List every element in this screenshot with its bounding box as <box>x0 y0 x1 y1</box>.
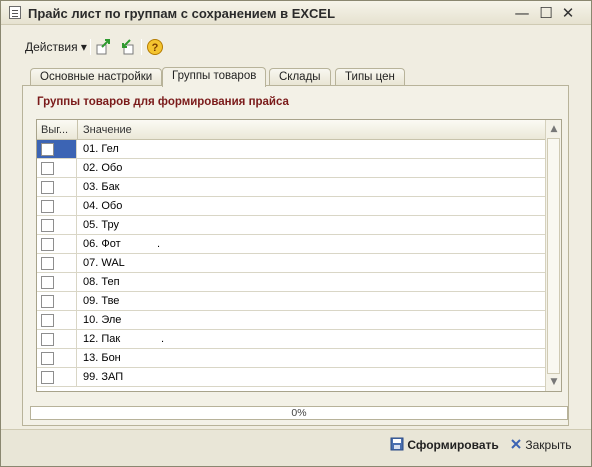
export-checkbox-cell[interactable] <box>37 216 77 234</box>
export-checkbox-cell[interactable] <box>37 292 77 310</box>
save-icon <box>390 437 404 451</box>
toolbar: Действия ▾ ? <box>1 36 591 58</box>
group-name-suffix: . <box>161 333 165 345</box>
minimize-icon[interactable]: — <box>513 4 531 22</box>
toolbar-separator <box>90 39 91 55</box>
export-checkbox[interactable] <box>41 200 54 213</box>
table-row[interactable]: 03. Бак <box>37 178 545 197</box>
export-checkbox[interactable] <box>41 238 54 251</box>
group-name: 09. Тве <box>83 295 120 307</box>
group-name: 13. Бон <box>83 352 121 364</box>
vertical-scrollbar[interactable]: ▲ ▼ <box>545 120 561 391</box>
export-checkbox-cell[interactable] <box>37 349 77 367</box>
actions-menu[interactable]: Действия ▾ <box>25 40 87 54</box>
scroll-down-icon[interactable]: ▼ <box>549 377 559 387</box>
export-checkbox[interactable] <box>41 352 54 365</box>
scroll-thumb[interactable] <box>547 138 560 374</box>
toolbar-separator <box>141 39 142 55</box>
close-icon[interactable]: ✕ <box>559 4 577 22</box>
export-checkbox-cell[interactable] <box>37 235 77 253</box>
export-checkbox[interactable] <box>41 371 54 384</box>
export-checkbox-cell[interactable] <box>37 273 77 291</box>
group-name: 08. Теп <box>83 276 120 288</box>
document-icon <box>9 6 21 19</box>
table-row[interactable]: 04. Обо <box>37 197 545 216</box>
export-checkbox[interactable] <box>41 181 54 194</box>
scroll-up-icon[interactable]: ▲ <box>549 124 559 134</box>
table-row[interactable]: 08. Теп <box>37 273 545 292</box>
group-name: 12. Пак <box>83 333 121 345</box>
table-row[interactable]: 01. Гел <box>37 140 545 159</box>
export-checkbox-cell[interactable] <box>37 311 77 329</box>
close-button-label: Закрыть <box>525 438 572 452</box>
close-x-icon <box>511 439 521 449</box>
group-name: 10. Эле <box>83 314 122 326</box>
column-divider <box>77 120 78 140</box>
export-checkbox[interactable] <box>41 276 54 289</box>
export-checkbox-cell[interactable] <box>37 330 77 348</box>
table-row[interactable]: 06. Фот. <box>37 235 545 254</box>
group-name: 06. Фот <box>83 238 121 250</box>
footer-bar: Сформировать Закрыть <box>1 429 591 466</box>
export-checkbox-cell[interactable] <box>37 197 77 215</box>
table-header: Выг... Значение <box>37 120 545 140</box>
group-name-suffix: . <box>157 238 161 250</box>
table-row[interactable]: 99. ЗАП <box>37 368 545 387</box>
export-checkbox-cell[interactable] <box>37 159 77 177</box>
group-name: 03. Бак <box>83 181 120 193</box>
group-name: 05. Тру <box>83 219 119 231</box>
dialog-window: Прайс лист по группам с сохранением в EX… <box>0 0 592 467</box>
table-row[interactable]: 05. Тру <box>37 216 545 235</box>
table-row[interactable]: 10. Эле <box>37 311 545 330</box>
export-checkbox[interactable] <box>41 162 54 175</box>
table-row[interactable]: 12. Пак. <box>37 330 545 349</box>
table-row[interactable]: 13. Бон <box>37 349 545 368</box>
group-name: 02. Обо <box>83 162 123 174</box>
groups-table: Выг... Значение 01. Гел 02. Обо 03. Бак 04.… <box>36 119 562 392</box>
svg-text:?: ? <box>152 42 159 54</box>
title-bar[interactable]: Прайс лист по группам с сохранением в EX… <box>1 1 591 25</box>
generate-button[interactable]: Сформировать <box>390 435 499 455</box>
export-checkbox-cell[interactable] <box>37 140 77 158</box>
help-icon[interactable]: ? <box>146 38 164 56</box>
export-checkbox[interactable] <box>41 333 54 346</box>
export-checkbox-cell[interactable] <box>37 254 77 272</box>
table-row[interactable]: 02. Обо <box>37 159 545 178</box>
group-name: 99. ЗАП <box>83 371 124 383</box>
progress-label: 0% <box>291 407 307 419</box>
refresh-green-icon[interactable] <box>95 38 113 56</box>
group-name: 01. Гел <box>83 143 119 155</box>
table-row[interactable]: 07. WAL <box>37 254 545 273</box>
export-checkbox[interactable] <box>41 314 54 327</box>
export-checkbox-cell[interactable] <box>37 368 77 386</box>
export-checkbox[interactable] <box>41 295 54 308</box>
close-button[interactable]: Закрыть <box>510 435 572 455</box>
column-header-export[interactable]: Выг... <box>41 124 68 136</box>
tab-product-groups[interactable]: Группы товаров <box>162 67 267 87</box>
export-checkbox[interactable] <box>41 143 54 156</box>
export-checkbox[interactable] <box>41 219 54 232</box>
window-title: Прайс лист по группам с сохранением в EX… <box>28 6 336 21</box>
generate-button-label: Сформировать <box>407 438 499 452</box>
group-name: 07. WAL <box>83 257 125 269</box>
table-row[interactable]: 09. Тве <box>37 292 545 311</box>
group-name: 04. Обо <box>83 200 123 212</box>
export-checkbox[interactable] <box>41 257 54 270</box>
column-header-value[interactable]: Значение <box>83 124 132 136</box>
export-checkbox-cell[interactable] <box>37 178 77 196</box>
section-title: Группы товаров для формирования прайса <box>37 96 289 108</box>
maximize-icon[interactable]: ☐ <box>537 4 555 22</box>
import-icon[interactable] <box>118 38 136 56</box>
progress-bar: 0% <box>30 406 568 420</box>
